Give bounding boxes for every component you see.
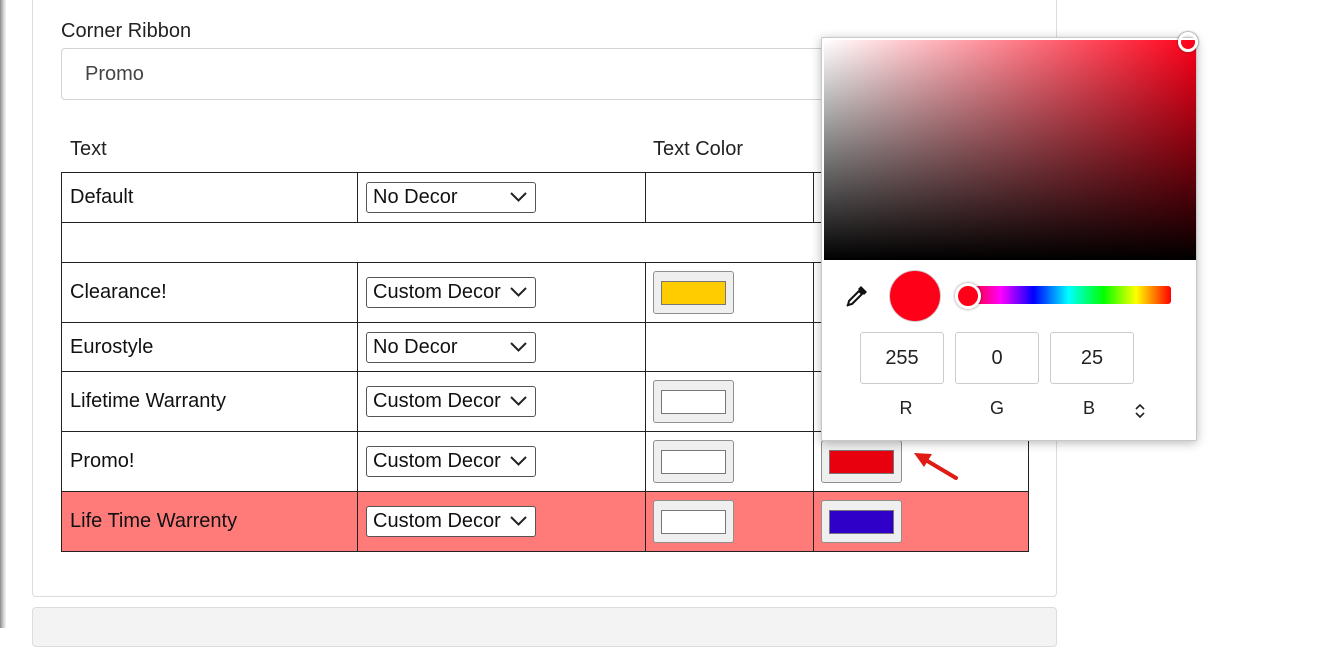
decor-select[interactable]: No Decor: [366, 182, 536, 213]
chevron-up-down-icon[interactable]: [1134, 403, 1146, 419]
hue-slider[interactable]: [966, 286, 1171, 304]
chevron-down-icon: [510, 396, 527, 406]
row-text: Clearance!: [61, 262, 358, 323]
blue-channel-input[interactable]: 25: [1050, 332, 1134, 384]
chevron-down-icon: [510, 192, 527, 202]
next-card: [32, 607, 1057, 647]
decor-select[interactable]: Custom Decor: [366, 277, 536, 308]
saturation-value-area[interactable]: [824, 32, 1198, 260]
swatch-fill: [829, 450, 894, 474]
row-text: Life Time Warrenty: [61, 491, 358, 552]
row-text: Default: [61, 172, 358, 223]
swatch-fill: [661, 390, 726, 414]
text-color-swatch[interactable]: [653, 440, 734, 483]
swatch-fill: [661, 510, 726, 534]
chevron-down-icon: [510, 341, 527, 352]
chevron-down-icon: [510, 456, 527, 466]
decor-select-value: No Decor: [373, 186, 458, 208]
corner-ribbon-input[interactable]: Promo: [61, 48, 851, 100]
saturation-handle[interactable]: [1178, 32, 1198, 52]
green-channel-label: G: [989, 398, 1004, 418]
eyedropper-icon[interactable]: [844, 283, 870, 309]
hue-slider-handle[interactable]: [955, 283, 981, 309]
row-text: Eurostyle: [61, 322, 358, 372]
text-color-cell: [645, 322, 814, 372]
text-color-cell: [645, 172, 814, 223]
decor-select-value: Custom Decor: [373, 510, 501, 532]
decor-select-value: Custom Decor: [373, 390, 501, 412]
green-channel-input[interactable]: 0: [955, 332, 1039, 384]
column-header-text: Text: [70, 138, 107, 160]
decor-select[interactable]: Custom Decor: [366, 386, 536, 417]
decor-select[interactable]: No Decor: [366, 331, 536, 363]
decor-select-value: Custom Decor: [373, 281, 501, 303]
swatch-fill: [829, 510, 894, 534]
red-channel-label: R: [899, 398, 913, 418]
table-row-highlighted: Life Time Warrenty Custom Decor: [61, 491, 1029, 552]
corner-ribbon-label: Corner Ribbon: [61, 20, 192, 42]
row-text: Lifetime Warranty: [61, 371, 358, 432]
row-text: Promo!: [61, 431, 358, 492]
annotation-arrow-icon: [914, 453, 958, 480]
color-picker-popup: 255 0 25 R G B: [821, 32, 1198, 441]
bg-color-swatch[interactable]: [821, 500, 902, 543]
text-color-swatch[interactable]: [653, 500, 734, 543]
text-color-swatch[interactable]: [653, 271, 734, 314]
swatch-fill: [661, 450, 726, 474]
text-color-swatch[interactable]: [653, 380, 734, 423]
blue-channel-label: B: [1082, 398, 1095, 418]
decor-select[interactable]: Custom Decor: [366, 506, 536, 537]
bg-color-swatch[interactable]: [821, 440, 902, 483]
swatch-fill: [661, 281, 726, 305]
chevron-down-icon: [510, 287, 527, 297]
chevron-down-icon: [510, 516, 527, 526]
decor-select-value: No Decor: [373, 335, 458, 358]
decor-select-value: Custom Decor: [373, 450, 501, 472]
window-edge-shadow: [0, 0, 6, 628]
red-channel-input[interactable]: 255: [860, 332, 944, 384]
decor-select[interactable]: Custom Decor: [366, 446, 536, 477]
color-preview-swatch: [889, 270, 941, 322]
column-header-text-color: Text Color: [653, 138, 744, 160]
